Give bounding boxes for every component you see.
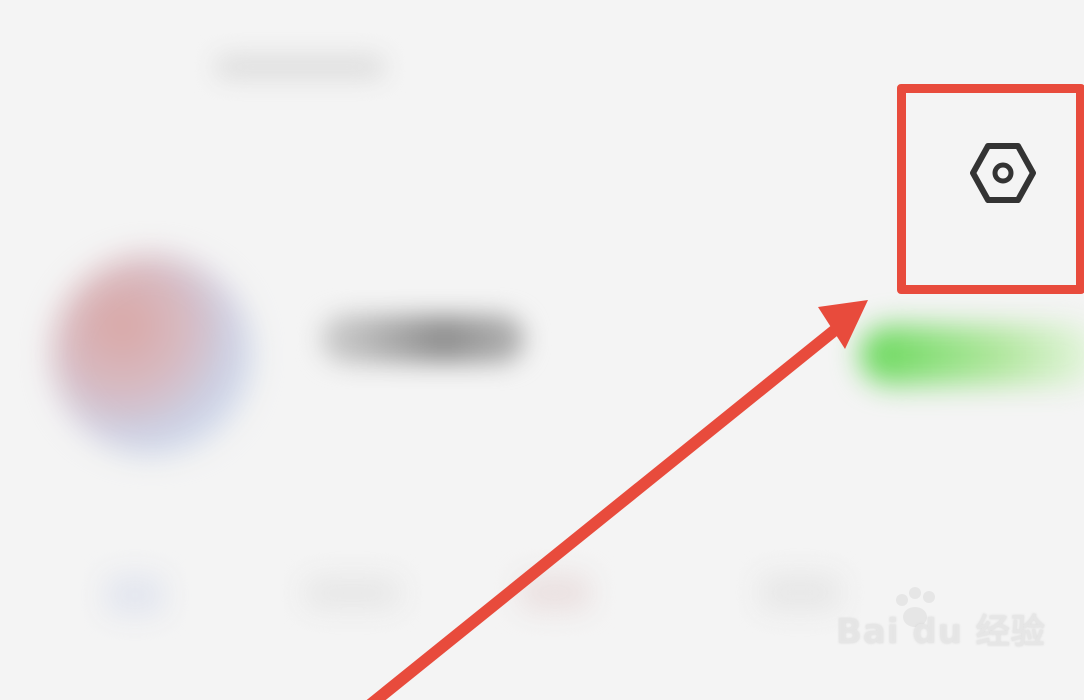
watermark: Bai du 经验 (836, 612, 1046, 652)
